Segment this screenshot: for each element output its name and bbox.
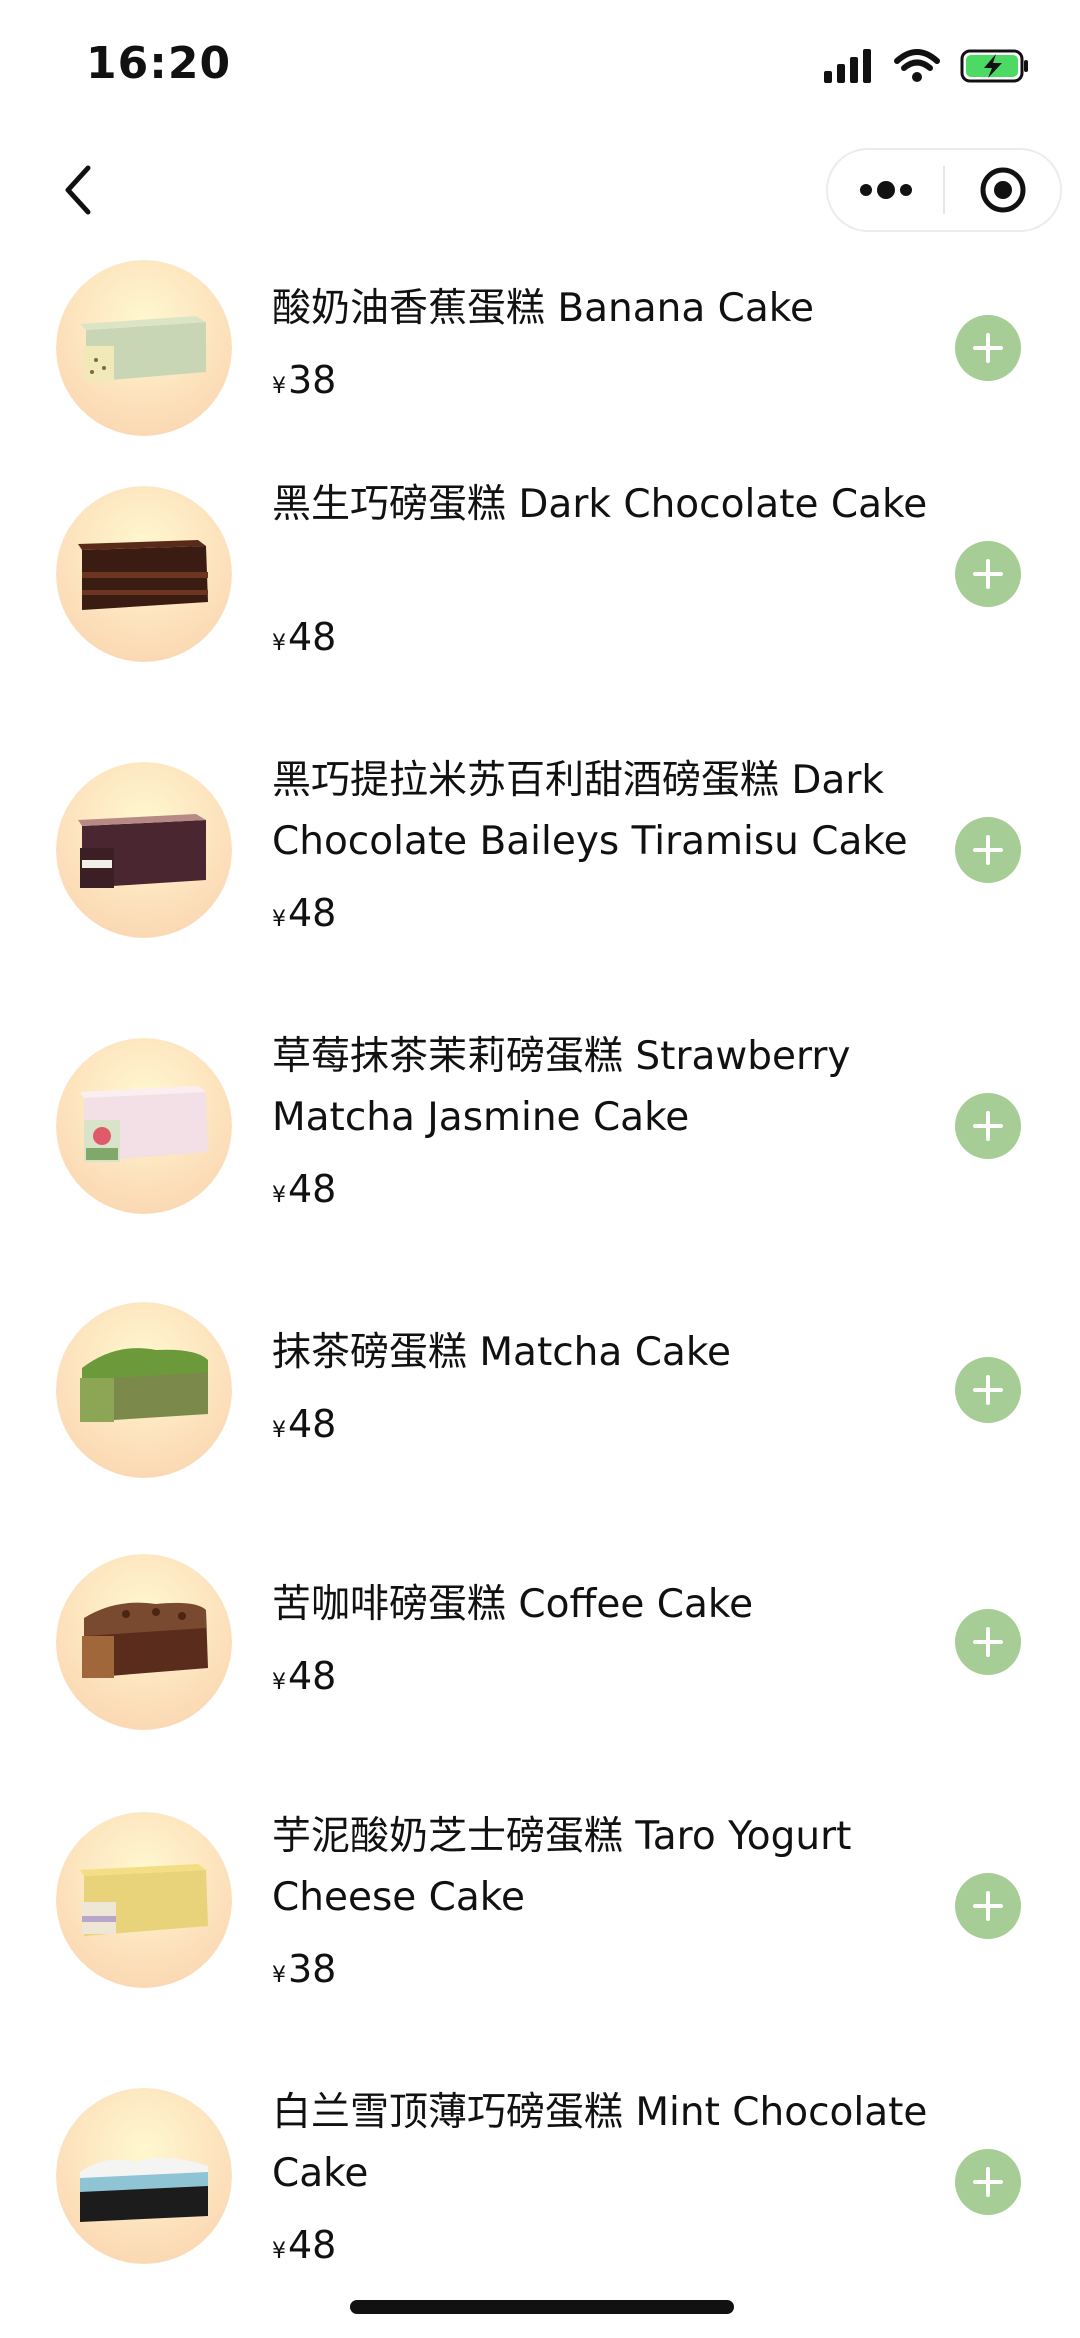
home-indicator[interactable]: [350, 2300, 734, 2314]
tiramisu-cake-icon: [56, 762, 232, 938]
product-price: ¥48: [272, 612, 336, 669]
product-name: 白兰雪顶薄巧磅蛋糕 Mint Chocolate Cake: [272, 2090, 928, 2196]
product-name: 抹茶磅蛋糕 Matcha Cake: [272, 1330, 732, 1375]
add-to-cart-button[interactable]: [955, 1357, 1021, 1423]
product-name: 芋泥酸奶芝士磅蛋糕 Taro Yogurt Cheese Cake: [272, 1814, 852, 1920]
product-price: ¥48: [272, 1651, 336, 1708]
add-to-cart-button[interactable]: [955, 541, 1021, 607]
product-name: 黑巧提拉米苏百利甜酒磅蛋糕 Dark Chocolate Baileys Tir…: [272, 758, 908, 864]
currency-symbol: ¥: [272, 1670, 286, 1695]
currency-symbol: ¥: [272, 2239, 286, 2264]
plus-icon: [973, 2167, 1003, 2197]
currency-symbol: ¥: [272, 1963, 286, 1988]
product-name: 草莓抹茶茉莉磅蛋糕 Strawberry Matcha Jasmine Cake: [272, 1034, 851, 1140]
plus-icon: [973, 835, 1003, 865]
add-to-cart-button[interactable]: [955, 1873, 1021, 1939]
add-to-cart-button[interactable]: [955, 817, 1021, 883]
price-value: 48: [288, 615, 337, 659]
add-to-cart-button[interactable]: [955, 315, 1021, 381]
price-value: 48: [288, 891, 337, 935]
currency-symbol: ¥: [272, 374, 286, 399]
mint-chocolate-cake-icon: [56, 2088, 232, 2264]
product-price: ¥48: [272, 888, 336, 945]
price-value: 48: [288, 2223, 337, 2267]
price-value: 48: [288, 1654, 337, 1698]
product-name: 苦咖啡磅蛋糕 Coffee Cake: [272, 1582, 754, 1627]
product-list: 酸奶油香蕉蛋糕 Banana Cake ¥38 黑生巧磅蛋糕 Dark Choc…: [0, 0, 1080, 2338]
plus-icon: [973, 333, 1003, 363]
dark-chocolate-cake-icon: [56, 486, 232, 662]
price-value: 38: [288, 1947, 337, 1991]
add-to-cart-button[interactable]: [955, 1093, 1021, 1159]
plus-icon: [973, 1111, 1003, 1141]
product-name: 酸奶油香蕉蛋糕 Banana Cake: [272, 286, 815, 331]
product-price: ¥38: [272, 355, 336, 412]
banana-cake-icon: [56, 260, 232, 436]
currency-symbol: ¥: [272, 907, 286, 932]
plus-icon: [973, 1375, 1003, 1405]
product-price: ¥38: [272, 1944, 336, 2001]
price-value: 48: [288, 1167, 337, 1211]
add-to-cart-button[interactable]: [955, 1609, 1021, 1675]
plus-icon: [973, 1891, 1003, 1921]
product-price: ¥48: [272, 1399, 336, 1456]
currency-symbol: ¥: [272, 1418, 286, 1443]
coffee-cake-icon: [56, 1554, 232, 1730]
currency-symbol: ¥: [272, 1183, 286, 1208]
product-price: ¥48: [272, 2220, 336, 2277]
plus-icon: [973, 559, 1003, 589]
plus-icon: [973, 1627, 1003, 1657]
currency-symbol: ¥: [272, 631, 286, 656]
add-to-cart-button[interactable]: [955, 2149, 1021, 2215]
strawberry-matcha-cake-icon: [56, 1038, 232, 1214]
taro-cake-icon: [56, 1812, 232, 1988]
product-price: ¥48: [272, 1164, 336, 1221]
price-value: 48: [288, 1402, 337, 1446]
product-name: 黑生巧磅蛋糕 Dark Chocolate Cake: [272, 482, 928, 527]
price-value: 38: [288, 358, 337, 402]
matcha-cake-icon: [56, 1302, 232, 1478]
